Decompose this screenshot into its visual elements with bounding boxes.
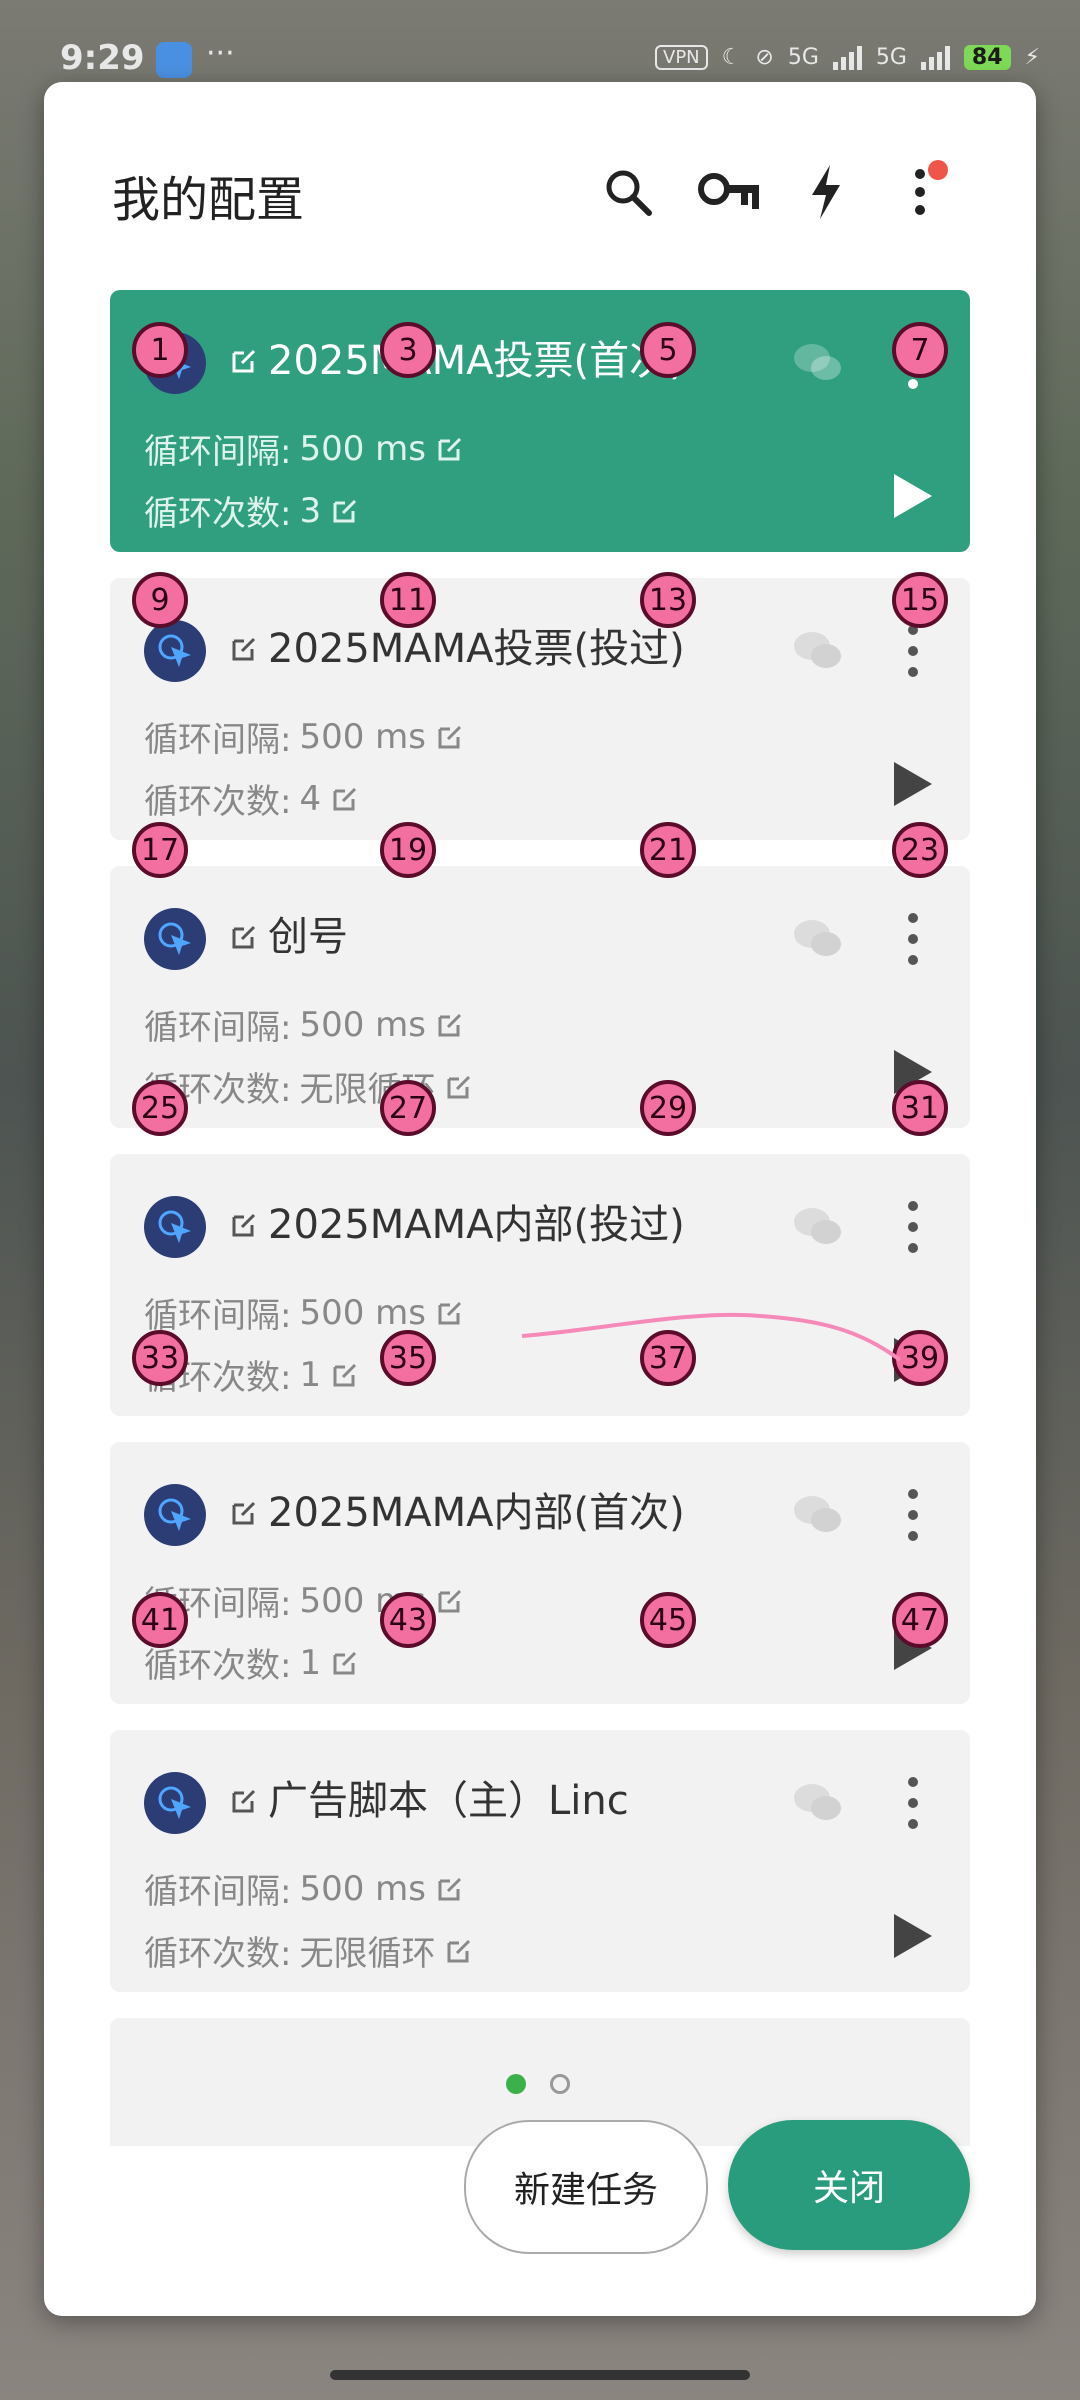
pink-annotation-stroke [521, 1312, 902, 1362]
home-indicator[interactable] [330, 2370, 750, 2380]
